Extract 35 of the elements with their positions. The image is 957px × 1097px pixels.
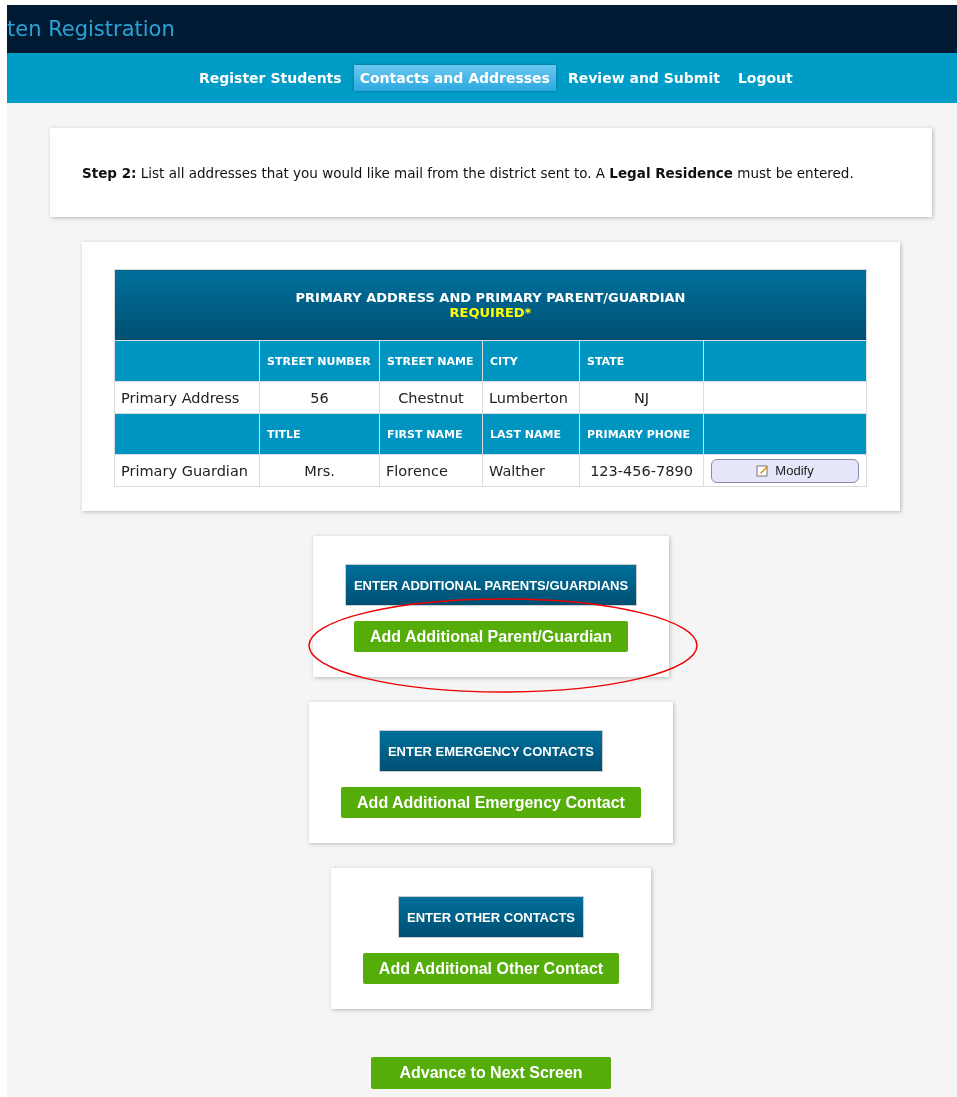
nav-tab[interactable]: Logout bbox=[731, 65, 799, 91]
app-title: ten Registration bbox=[7, 17, 175, 41]
section-heading: ENTER OTHER CONTACTS bbox=[397, 896, 584, 938]
table-cell: Walther bbox=[482, 454, 580, 487]
column-header: TITLE bbox=[259, 413, 380, 455]
table-cell: Lumberton bbox=[482, 381, 580, 414]
advance-button[interactable]: Advance to Next Screen bbox=[371, 1057, 611, 1089]
column-header: LAST NAME bbox=[482, 413, 580, 455]
table-cell: Chestnut bbox=[379, 381, 483, 414]
edit-icon bbox=[756, 464, 770, 477]
nav-tab[interactable]: Contacts and Addresses bbox=[353, 65, 556, 91]
add-button[interactable]: Add Additional Other Contact bbox=[362, 953, 620, 984]
column-header: STATE bbox=[579, 340, 704, 382]
table-cell: NJ bbox=[579, 381, 704, 414]
nav-tab[interactable]: Review and Submit bbox=[561, 65, 726, 91]
table-cell: Mrs. bbox=[259, 454, 380, 487]
column-header: FIRST NAME bbox=[379, 413, 483, 455]
column-header: STREET NUMBER bbox=[259, 340, 380, 382]
row-label: Primary Guardian bbox=[114, 454, 260, 487]
nav-tab[interactable]: Register Students bbox=[193, 65, 348, 91]
section-heading: ENTER ADDITIONAL PARENTS/GUARDIANS bbox=[344, 564, 638, 606]
modify-button[interactable]: Modify bbox=[711, 458, 859, 483]
required-label: REQUIRED* bbox=[448, 305, 533, 320]
column-header: PRIMARY PHONE bbox=[579, 413, 704, 455]
add-button[interactable]: Add Additional Emergency Contact bbox=[341, 787, 641, 818]
table-cell: Florence bbox=[379, 454, 483, 487]
table-cell: 123-456-7890 bbox=[579, 454, 704, 487]
row-label: Primary Address bbox=[114, 381, 260, 414]
add-button[interactable]: Add Additional Parent/Guardian bbox=[353, 621, 629, 652]
table-cell: 56 bbox=[259, 381, 380, 414]
column-header: STREET NAME bbox=[379, 340, 483, 382]
instructions-text: Step 2: List all addresses that you would like mail from the district sent to. A Legal Residence must be entered. bbox=[82, 164, 854, 181]
table-title: PRIMARY ADDRESS AND PRIMARY PARENT/GUARDIAN bbox=[294, 290, 687, 305]
section-heading: ENTER EMERGENCY CONTACTS bbox=[378, 730, 604, 772]
column-header: CITY bbox=[482, 340, 580, 382]
